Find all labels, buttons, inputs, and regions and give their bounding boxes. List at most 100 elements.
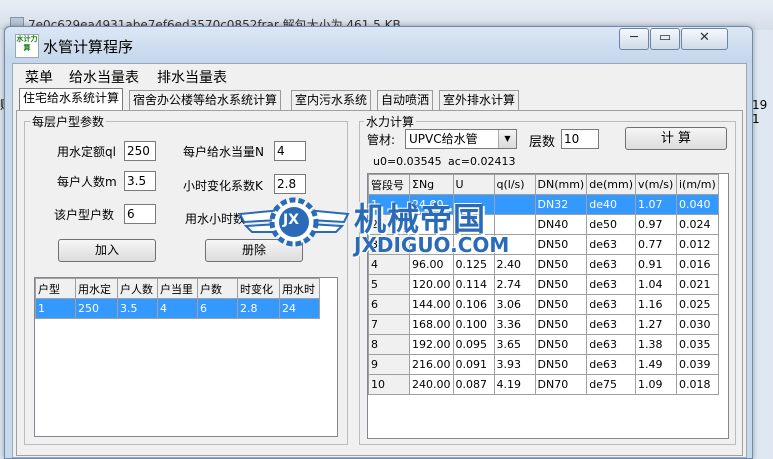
watermark-logo: JX bbox=[238, 192, 350, 254]
left-table-header-cell[interactable]: 户当里 bbox=[157, 278, 198, 299]
tab-residential-supply[interactable]: 住宅给水系统计算 bbox=[19, 88, 124, 111]
fixture-units-input[interactable]: 4 bbox=[274, 141, 306, 161]
right-table-header-cell[interactable]: U bbox=[452, 174, 495, 195]
right-table-cell: 0.77 bbox=[634, 234, 677, 255]
right-table-cell: DN40 bbox=[534, 214, 588, 235]
quota-input[interactable]: 250 bbox=[124, 141, 156, 161]
right-table-cell: DN70 bbox=[534, 374, 588, 395]
right-table-cell: 144.00 bbox=[409, 294, 454, 315]
floors-input[interactable]: 10 bbox=[561, 129, 599, 149]
left-table-cell: 250 bbox=[75, 298, 118, 319]
right-table-cell: 0.021 bbox=[675, 274, 719, 295]
unit-types-table[interactable]: 户型 用水定 户人数 户当里 户数 时变化 用水时 1 250 3.5 4 6 2.8 24 bbox=[34, 277, 338, 437]
right-table-header-cell[interactable]: de(mm) bbox=[586, 174, 636, 195]
right-table-cell: DN50 bbox=[534, 274, 588, 295]
tab-outdoor-drainage[interactable]: 室外排水计算 bbox=[439, 90, 520, 110]
right-table-cell bbox=[493, 194, 536, 215]
right-table-row[interactable]: 4 96.00 0.125 2.40 DN50 de63 0.91 0.016 bbox=[368, 254, 719, 275]
right-table-cell: 0.040 bbox=[675, 194, 719, 215]
background-right-text: 19 1 bbox=[752, 98, 768, 126]
right-table-cell: 168.00 bbox=[409, 314, 454, 335]
add-button[interactable]: 加入 bbox=[58, 239, 156, 262]
left-table-header-cell[interactable]: 用水定 bbox=[75, 278, 118, 299]
right-table-row[interactable]: 5 120.00 0.114 2.74 DN50 de63 1.04 0.021 bbox=[368, 274, 719, 295]
tab-page: 每层户型参数 用水定额ql 250 每户给水当量N 4 每户人数m 3.5 小时… bbox=[16, 110, 743, 456]
right-table-row[interactable]: 8 192.00 0.095 3.65 DN50 de63 1.38 0.035 bbox=[368, 334, 719, 355]
right-table-header-cell[interactable]: ΣNg bbox=[409, 174, 454, 195]
right-table-cell: 0.97 bbox=[634, 214, 677, 235]
right-table-cell: 216.00 bbox=[409, 354, 454, 375]
menu-water-supply-table[interactable]: 给水当量表 bbox=[69, 67, 139, 87]
left-table-header-cell[interactable]: 户数 bbox=[197, 278, 238, 299]
right-table-cell: 0.125 bbox=[452, 254, 495, 275]
calculate-button[interactable]: 计 算 bbox=[625, 127, 727, 150]
ac-readout: ac=0.02413 bbox=[448, 155, 516, 168]
right-table-row[interactable]: 6 144.00 0.106 3.06 DN50 de63 1.16 0.025 bbox=[368, 294, 719, 315]
left-table-row[interactable]: 1 250 3.5 4 6 2.8 24 bbox=[35, 298, 320, 319]
hourly-factor-input[interactable]: 2.8 bbox=[274, 174, 306, 194]
tab-sprinkler[interactable]: 自动喷洒 bbox=[377, 90, 434, 110]
right-table-cell: DN50 bbox=[534, 234, 588, 255]
right-table-cell: 3.36 bbox=[493, 314, 536, 335]
right-table-cell: DN50 bbox=[534, 294, 588, 315]
people-label: 每户人数m bbox=[57, 175, 117, 189]
left-table-header-cell[interactable]: 时变化 bbox=[237, 278, 280, 299]
window-title: 水管计算程序 bbox=[43, 38, 134, 56]
right-table-cell: de40 bbox=[586, 194, 636, 215]
people-input[interactable]: 3.5 bbox=[124, 171, 156, 191]
maximize-button[interactable]: ▭ bbox=[650, 28, 680, 50]
pipe-material-label: 管材: bbox=[367, 133, 396, 147]
right-table-cell: 0.100 bbox=[452, 314, 495, 335]
left-table-header-cell[interactable]: 户型 bbox=[35, 278, 76, 299]
right-table-cell: 1.38 bbox=[634, 334, 677, 355]
right-table-header-cell[interactable]: q(l/s) bbox=[493, 174, 536, 195]
right-table-cell: de63 bbox=[586, 234, 636, 255]
u0-readout: u0=0.03545 bbox=[373, 155, 442, 168]
left-table-cell: 4 bbox=[157, 298, 198, 319]
right-table-cell: 7 bbox=[368, 314, 410, 335]
right-table-cell: 2.74 bbox=[493, 274, 536, 295]
close-button[interactable]: ✕ bbox=[681, 28, 728, 50]
menu-main[interactable]: 菜单 bbox=[25, 67, 53, 87]
right-table-cell: 1.27 bbox=[634, 314, 677, 335]
right-table-cell: 0.016 bbox=[675, 254, 719, 275]
right-table-header-cell[interactable]: DN(mm) bbox=[534, 174, 588, 195]
minimize-button[interactable]: ─ bbox=[619, 28, 649, 50]
right-table-cell: 4.19 bbox=[493, 374, 536, 395]
left-table-cell: 24 bbox=[279, 298, 320, 319]
right-table-row[interactable]: 9 216.00 0.091 3.93 DN50 de63 1.49 0.039 bbox=[368, 354, 719, 375]
right-table-cell: 1.49 bbox=[634, 354, 677, 375]
right-table-cell: 240.00 bbox=[409, 374, 454, 395]
households-label: 该户型户数 bbox=[54, 208, 115, 222]
title-bar: 水计力算 水管计算程序 ─ ▭ ✕ bbox=[5, 27, 752, 63]
right-table-cell: de75 bbox=[586, 374, 636, 395]
left-table-header-cell[interactable]: 户人数 bbox=[117, 278, 158, 299]
left-table-cell: 6 bbox=[197, 298, 238, 319]
tab-dorm-office-supply[interactable]: 宿舍办公楼等给水系统计算 bbox=[129, 90, 282, 110]
right-table-cell: 0.91 bbox=[634, 254, 677, 275]
pipe-material-select[interactable]: UPVC给水管 ▼ bbox=[405, 129, 517, 149]
right-table-row[interactable]: 7 168.00 0.100 3.36 DN50 de63 1.27 0.030 bbox=[368, 314, 719, 335]
menu-drainage-table[interactable]: 排水当量表 bbox=[157, 67, 227, 87]
client-area: 菜单 给水当量表 排水当量表 住宅给水系统计算 宿舍办公楼等给水系统计算 室内污… bbox=[12, 63, 747, 458]
right-table-header-cell[interactable]: v(m/s) bbox=[634, 174, 677, 195]
left-table-header-cell[interactable]: 用水时 bbox=[279, 278, 320, 299]
right-table-cell: 2.40 bbox=[493, 254, 536, 275]
right-table-cell: DN50 bbox=[534, 314, 588, 335]
right-table-cell: 0.018 bbox=[675, 374, 719, 395]
left-table-cell: 1 bbox=[35, 298, 76, 319]
watermark-url: JXDIGUO.COM bbox=[354, 233, 510, 257]
households-input[interactable]: 6 bbox=[124, 204, 156, 224]
right-table-header-cell[interactable]: 管段号 bbox=[368, 174, 410, 195]
right-table-cell: de63 bbox=[586, 254, 636, 275]
quota-label: 用水定额ql bbox=[57, 145, 116, 159]
right-table-cell: 0.114 bbox=[452, 274, 495, 295]
right-table-cell: 0.095 bbox=[452, 334, 495, 355]
right-table-row[interactable]: 10 240.00 0.087 4.19 DN70 de75 1.09 0.018 bbox=[368, 374, 719, 395]
right-table-header-cell[interactable]: i(m/m) bbox=[675, 174, 719, 195]
right-table-cell: DN32 bbox=[534, 194, 588, 215]
fixture-units-label: 每户给水当量N bbox=[183, 145, 264, 159]
right-table-cell: 0.106 bbox=[452, 294, 495, 315]
tab-indoor-sewage[interactable]: 室内污水系统 bbox=[291, 90, 372, 110]
chevron-down-icon[interactable]: ▼ bbox=[498, 130, 516, 148]
